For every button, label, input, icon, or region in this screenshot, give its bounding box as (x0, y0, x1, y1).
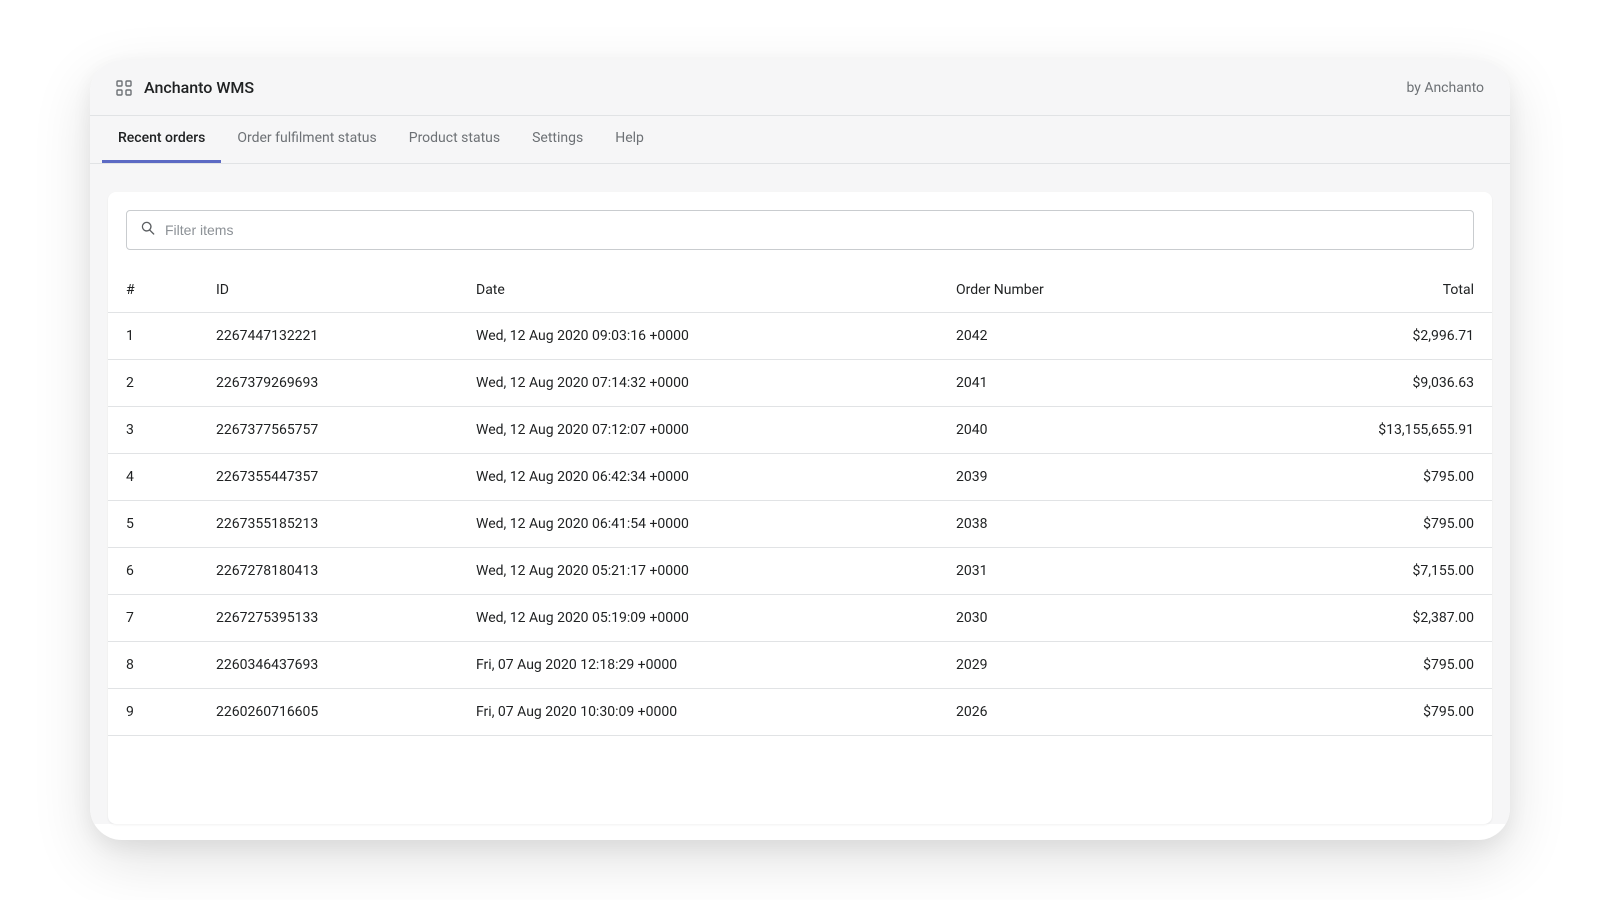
tabs-bar: Recent orders Order fulfilment status Pr… (90, 116, 1510, 164)
orders-table: # ID Date Order Number Total 12267447132… (108, 268, 1492, 736)
table-row[interactable]: 72267275395133Wed, 12 Aug 2020 05:19:09 … (108, 595, 1492, 642)
table-row[interactable]: 82260346437693Fri, 07 Aug 2020 12:18:29 … (108, 642, 1492, 689)
cell-date: Fri, 07 Aug 2020 12:18:29 +0000 (458, 642, 938, 689)
cell-order-number: 2039 (938, 454, 1218, 501)
col-order-number[interactable]: Order Number (938, 268, 1218, 313)
cell-total: $795.00 (1218, 642, 1492, 689)
cell-date: Wed, 12 Aug 2020 05:21:17 +0000 (458, 548, 938, 595)
table-header-row: # ID Date Order Number Total (108, 268, 1492, 313)
table-row[interactable]: 62267278180413Wed, 12 Aug 2020 05:21:17 … (108, 548, 1492, 595)
cell-num: 1 (108, 313, 198, 360)
cell-total: $13,155,655.91 (1218, 407, 1492, 454)
cell-date: Wed, 12 Aug 2020 05:19:09 +0000 (458, 595, 938, 642)
filter-container (108, 192, 1492, 268)
cell-num: 5 (108, 501, 198, 548)
cell-id: 2267377565757 (198, 407, 458, 454)
app-frame: Anchanto WMS by Anchanto Recent orders O… (90, 60, 1510, 840)
cell-id: 2260260716605 (198, 689, 458, 736)
app-header: Anchanto WMS by Anchanto (90, 60, 1510, 116)
cell-total: $795.00 (1218, 501, 1492, 548)
filter-box[interactable] (126, 210, 1474, 250)
cell-order-number: 2041 (938, 360, 1218, 407)
cell-order-number: 2040 (938, 407, 1218, 454)
cell-total: $2,387.00 (1218, 595, 1492, 642)
tab-settings[interactable]: Settings (516, 116, 599, 163)
orders-table-wrap[interactable]: # ID Date Order Number Total 12267447132… (108, 268, 1492, 824)
cell-num: 7 (108, 595, 198, 642)
cell-order-number: 2031 (938, 548, 1218, 595)
cell-order-number: 2038 (938, 501, 1218, 548)
col-num[interactable]: # (108, 268, 198, 313)
cell-total: $7,155.00 (1218, 548, 1492, 595)
app-author: by Anchanto (1406, 80, 1484, 96)
cell-order-number: 2026 (938, 689, 1218, 736)
col-total[interactable]: Total (1218, 268, 1492, 313)
cell-num: 9 (108, 689, 198, 736)
cell-date: Wed, 12 Aug 2020 06:41:54 +0000 (458, 501, 938, 548)
cell-id: 2267355185213 (198, 501, 458, 548)
cell-num: 8 (108, 642, 198, 689)
cell-id: 2267278180413 (198, 548, 458, 595)
filter-input[interactable] (165, 222, 1461, 238)
tab-help[interactable]: Help (599, 116, 660, 163)
cell-num: 4 (108, 454, 198, 501)
cell-total: $9,036.63 (1218, 360, 1492, 407)
cell-total: $2,996.71 (1218, 313, 1492, 360)
orders-card: # ID Date Order Number Total 12267447132… (108, 192, 1492, 824)
cell-id: 2260346437693 (198, 642, 458, 689)
cell-date: Wed, 12 Aug 2020 06:42:34 +0000 (458, 454, 938, 501)
cell-date: Wed, 12 Aug 2020 07:12:07 +0000 (458, 407, 938, 454)
cell-date: Wed, 12 Aug 2020 09:03:16 +0000 (458, 313, 938, 360)
cell-id: 2267275395133 (198, 595, 458, 642)
tab-product-status[interactable]: Product status (393, 116, 516, 163)
table-row[interactable]: 32267377565757Wed, 12 Aug 2020 07:12:07 … (108, 407, 1492, 454)
cell-id: 2267447132221 (198, 313, 458, 360)
table-row[interactable]: 42267355447357Wed, 12 Aug 2020 06:42:34 … (108, 454, 1492, 501)
cell-total: $795.00 (1218, 689, 1492, 736)
col-date[interactable]: Date (458, 268, 938, 313)
header-left: Anchanto WMS (116, 78, 254, 97)
cell-order-number: 2029 (938, 642, 1218, 689)
tab-recent-orders[interactable]: Recent orders (102, 116, 221, 163)
cell-num: 6 (108, 548, 198, 595)
cell-order-number: 2042 (938, 313, 1218, 360)
table-row[interactable]: 52267355185213Wed, 12 Aug 2020 06:41:54 … (108, 501, 1492, 548)
cell-id: 2267355447357 (198, 454, 458, 501)
app-title: Anchanto WMS (144, 78, 254, 97)
search-icon (139, 219, 157, 241)
table-row[interactable]: 92260260716605Fri, 07 Aug 2020 10:30:09 … (108, 689, 1492, 736)
cell-order-number: 2030 (938, 595, 1218, 642)
cell-total: $795.00 (1218, 454, 1492, 501)
cell-date: Fri, 07 Aug 2020 10:30:09 +0000 (458, 689, 938, 736)
table-row[interactable]: 22267379269693Wed, 12 Aug 2020 07:14:32 … (108, 360, 1492, 407)
cell-date: Wed, 12 Aug 2020 07:14:32 +0000 (458, 360, 938, 407)
cell-id: 2267379269693 (198, 360, 458, 407)
cell-num: 3 (108, 407, 198, 454)
col-id[interactable]: ID (198, 268, 458, 313)
app-grid-icon (116, 80, 132, 96)
tab-order-fulfilment-status[interactable]: Order fulfilment status (221, 116, 392, 163)
table-row[interactable]: 12267447132221Wed, 12 Aug 2020 09:03:16 … (108, 313, 1492, 360)
main-content: # ID Date Order Number Total 12267447132… (90, 164, 1510, 824)
cell-num: 2 (108, 360, 198, 407)
